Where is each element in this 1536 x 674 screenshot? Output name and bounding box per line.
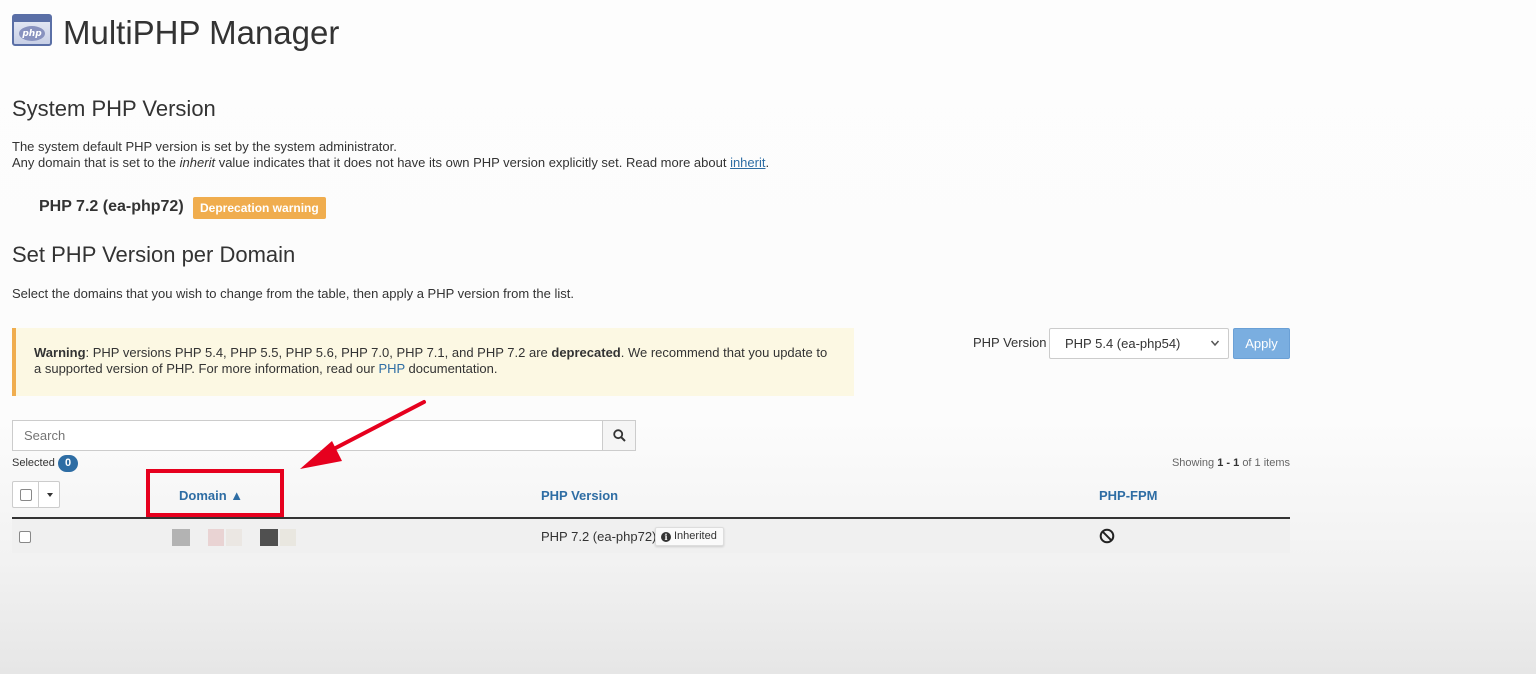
column-header-php-version[interactable]: PHP Version (541, 488, 618, 503)
info-icon: i (661, 532, 671, 542)
php-version-select-value: PHP 5.4 (ea-php54) (1065, 336, 1181, 351)
page-title: MultiPHP Manager (63, 14, 340, 51)
deprecation-alert: Warning: PHP versions PHP 5.4, PHP 5.5, … (12, 328, 854, 396)
php-version-select[interactable]: PHP 5.4 (ea-php54) (1049, 328, 1229, 359)
column-header-php-fpm[interactable]: PHP-FPM (1099, 488, 1158, 503)
inherited-badge: i Inherited (655, 527, 724, 546)
selected-count-badge: 0 (58, 455, 78, 472)
per-domain-instructions: Select the domains that you wish to chan… (12, 286, 574, 301)
system-description-line1: The system default PHP version is set by… (12, 139, 397, 154)
php-docs-link[interactable]: PHP (378, 361, 405, 376)
row-checkbox[interactable] (19, 531, 31, 543)
annotation-arrow-icon (300, 400, 426, 469)
select-all-checkbox[interactable] (20, 489, 32, 501)
php-logo-text: php (19, 26, 45, 41)
chevron-down-icon (1210, 329, 1220, 370)
system-php-version: PHP 7.2 (ea-php72) (39, 198, 184, 215)
row-php-version: PHP 7.2 (ea-php72) (541, 529, 657, 544)
pagination-summary: Showing 1 - 1 of 1 items (1171, 457, 1290, 469)
ban-icon (1099, 528, 1115, 549)
search-button[interactable] (602, 420, 636, 451)
caret-down-icon[interactable] (47, 493, 53, 497)
search-icon (613, 429, 626, 442)
annotation-highlight-box (146, 469, 284, 517)
system-description: The system default PHP version is set by… (12, 139, 770, 170)
per-domain-heading: Set PHP Version per Domain (12, 242, 296, 267)
deprecation-warning-badge: Deprecation warning (193, 197, 326, 219)
apply-button[interactable]: Apply (1233, 328, 1290, 359)
selected-label: Selected (12, 457, 55, 469)
inherit-link[interactable]: inherit (730, 155, 765, 170)
php-icon: php (12, 14, 52, 46)
system-php-heading: System PHP Version (12, 96, 216, 121)
php-version-label: PHP Version (973, 335, 1047, 350)
select-all-dropdown[interactable] (12, 481, 60, 508)
